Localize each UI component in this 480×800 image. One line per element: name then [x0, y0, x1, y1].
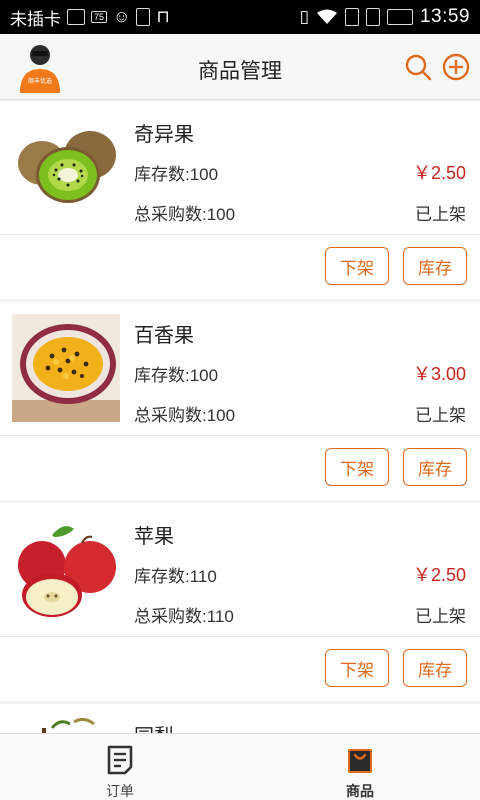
- product-card[interactable]: 百香果 库存数:100 ￥3.00 总采购数:100 已上架 下架 库存: [0, 302, 480, 500]
- sim-icon: [344, 8, 359, 26]
- stock-button[interactable]: 库存: [403, 247, 467, 285]
- product-price: ￥2.50: [412, 565, 466, 585]
- stock-button[interactable]: 库存: [403, 448, 467, 486]
- sim-icon: [365, 8, 380, 26]
- delist-button[interactable]: 下架: [325, 247, 389, 285]
- tab-goods[interactable]: 商品: [240, 734, 480, 800]
- tab-goods-label: 商品: [346, 783, 374, 799]
- shopping-bag-icon: [348, 749, 372, 773]
- product-name: 奇异果: [134, 124, 194, 146]
- total-purchase-count: 总采购数:100: [134, 406, 236, 425]
- usb-icon: [136, 8, 151, 26]
- product-info[interactable]: 奇异果 库存数:100 ￥2.50 总采购数:100 已上架: [0, 101, 480, 235]
- product-name: 苹果: [134, 526, 174, 548]
- stock-button[interactable]: 库存: [403, 649, 467, 687]
- stock-count: 库存数:110: [134, 567, 217, 586]
- orders-icon: [107, 745, 133, 775]
- smiley-icon: ☺: [113, 7, 131, 26]
- battery-badge-icon: 75: [91, 11, 108, 23]
- bottom-nav: 订单 商品: [0, 733, 480, 800]
- product-actions: 下架 库存: [0, 436, 480, 500]
- clock-time: 13:59: [419, 6, 470, 27]
- status-bar: 未插卡 75 ☺ ⊓ ▯ 13:59: [0, 0, 480, 34]
- product-name: 百香果: [134, 325, 194, 347]
- delist-button[interactable]: 下架: [325, 448, 389, 486]
- listing-status: 已上架: [415, 607, 466, 626]
- product-info[interactable]: 苹果 库存数:110 ￥2.50 总采购数:110 已上架: [0, 503, 480, 637]
- stock-count: 库存数:100: [134, 366, 219, 385]
- product-name: 园梨: [134, 720, 174, 733]
- search-icon[interactable]: [404, 53, 432, 81]
- battery-icon: [386, 9, 413, 25]
- total-purchase-count: 总采购数:100: [134, 205, 236, 224]
- product-actions: 下架 库存: [0, 235, 480, 299]
- product-card[interactable]: 奇异果 库存数:100 ￥2.50 总采购数:100 已上架 下架 库存: [0, 101, 480, 299]
- android-icon: ⊓: [156, 7, 170, 26]
- listing-status: 已上架: [415, 205, 466, 224]
- stock-count: 库存数:100: [134, 165, 219, 184]
- product-price: ￥2.50: [412, 163, 466, 183]
- image-icon: [67, 9, 85, 25]
- product-price: ￥3.00: [412, 364, 466, 384]
- total-purchase-count: 总采购数:110: [134, 607, 234, 626]
- listing-status: 已上架: [415, 406, 466, 425]
- app-header: 顺丰优选 商品管理: [0, 34, 480, 100]
- wifi-icon: [316, 9, 337, 24]
- add-icon[interactable]: [442, 53, 470, 81]
- passion-fruit-image: [12, 314, 120, 422]
- product-card[interactable]: 园梨: [0, 704, 480, 733]
- product-info[interactable]: 百香果 库存数:100 ￥3.00 总采购数:100 已上架: [0, 302, 480, 436]
- tab-orders[interactable]: 订单: [0, 734, 240, 800]
- tab-orders-label: 订单: [106, 783, 134, 799]
- carrier-text: 未插卡: [10, 9, 61, 29]
- kiwi-image: [12, 113, 120, 221]
- apple-image: [12, 515, 120, 623]
- product-actions: 下架 库存: [0, 637, 480, 701]
- delist-button[interactable]: 下架: [325, 649, 389, 687]
- product-card[interactable]: 苹果 库存数:110 ￥2.50 总采购数:110 已上架 下架 库存: [0, 503, 480, 701]
- pear-image: [42, 717, 95, 733]
- product-list[interactable]: 奇异果 库存数:100 ￥2.50 总采购数:100 已上架 下架 库存 百香果…: [0, 101, 480, 733]
- vibrate-icon: ▯: [299, 7, 309, 26]
